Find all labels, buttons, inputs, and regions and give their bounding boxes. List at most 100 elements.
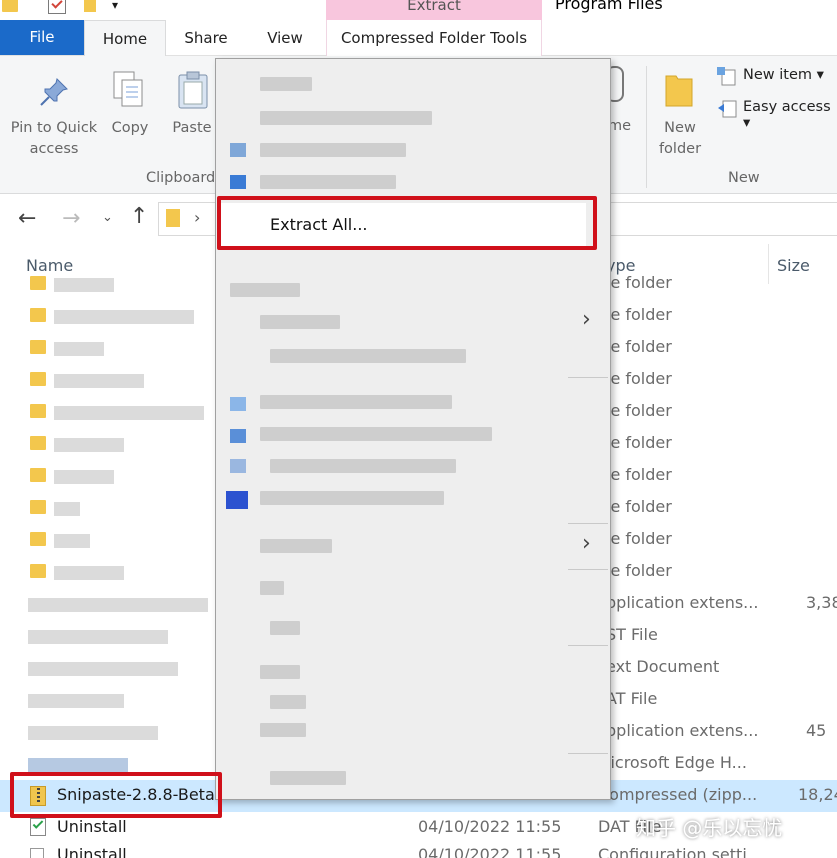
- blurred-name: [28, 662, 178, 676]
- menu-item-icon: [230, 429, 246, 443]
- context-menu-item-blurred[interactable]: [260, 723, 306, 737]
- menu-separator: [568, 753, 608, 754]
- blurred-name: [54, 342, 104, 356]
- context-menu-item-blurred[interactable]: [260, 539, 332, 553]
- forward-arrow-icon[interactable]: →: [62, 206, 80, 231]
- submenu-chevron-icon: ›: [582, 531, 591, 556]
- blurred-name: [28, 758, 128, 772]
- menu-separator: [568, 377, 608, 378]
- folder-icon: [30, 308, 46, 322]
- context-menu-item-blurred[interactable]: [260, 581, 284, 595]
- row-type: Configuration setti: [598, 845, 747, 858]
- properties-check-icon[interactable]: [48, 0, 66, 14]
- blurred-name: [28, 726, 158, 740]
- row-type: ST File: [606, 625, 658, 644]
- folder-icon: [30, 532, 46, 546]
- blurred-name: [28, 630, 168, 644]
- context-menu-item-blurred[interactable]: [270, 459, 456, 473]
- up-arrow-icon[interactable]: ↑: [130, 204, 148, 229]
- copy-button[interactable]: Copy: [108, 118, 152, 139]
- blurred-name: [54, 470, 114, 484]
- new-folder-quick-icon[interactable]: [84, 0, 96, 12]
- folder-icon[interactable]: [2, 0, 18, 12]
- easy-access-icon[interactable]: [716, 98, 738, 118]
- blurred-name: [54, 502, 80, 516]
- blurred-name: [54, 374, 144, 388]
- pin-to-quick-access-button[interactable]: Pin to Quick access: [6, 118, 102, 160]
- folder-icon: [30, 372, 46, 386]
- paste-button[interactable]: Paste: [170, 118, 214, 139]
- back-arrow-icon[interactable]: ←: [18, 206, 36, 231]
- context-menu-item-blurred[interactable]: [270, 771, 346, 785]
- context-menu-item-blurred[interactable]: [260, 143, 406, 157]
- snipaste-file-highlight: [10, 772, 222, 818]
- watermark: 知乎 @乐以忘忧: [636, 816, 783, 840]
- pin-label-line1: Pin to Quick: [10, 120, 98, 136]
- tab-home[interactable]: Home: [84, 20, 166, 57]
- tab-view[interactable]: View: [256, 20, 314, 56]
- new-folder-label-line2: folder: [658, 141, 702, 157]
- address-folder-icon: [166, 209, 180, 227]
- rename-button-label[interactable]: me: [608, 118, 631, 134]
- context-menu-item-blurred[interactable]: [260, 111, 432, 125]
- breadcrumb-chevron-icon[interactable]: ›: [194, 208, 200, 227]
- tab-share[interactable]: Share: [174, 20, 238, 56]
- context-menu-item-blurred[interactable]: [260, 665, 300, 679]
- config-file-icon: [30, 848, 44, 858]
- table-row[interactable]: Uninstall 04/10/2022 11:55 Configuration…: [0, 840, 837, 858]
- pin-icon[interactable]: [38, 76, 70, 108]
- blurred-name: [54, 534, 90, 548]
- paste-icon[interactable]: [176, 70, 210, 110]
- row-size: 18,24: [798, 785, 837, 804]
- context-menu-item-blurred[interactable]: [270, 695, 306, 709]
- row-type: le folder: [606, 465, 672, 484]
- new-folder-icon[interactable]: [664, 70, 694, 110]
- menu-item-icon: [226, 491, 248, 509]
- row-date: 04/10/2022 11:55: [418, 845, 562, 858]
- row-name: Uninstall: [57, 845, 127, 858]
- row-size: 45: [806, 721, 827, 740]
- tab-file[interactable]: File: [0, 20, 84, 55]
- context-menu-item-blurred[interactable]: [260, 77, 312, 91]
- folder-icon: [30, 404, 46, 418]
- copy-icon[interactable]: [112, 70, 146, 110]
- context-menu-item-blurred[interactable]: [230, 283, 300, 297]
- context-menu-item-blurred[interactable]: [260, 427, 492, 441]
- folder-icon: [30, 564, 46, 578]
- context-menu-item-blurred[interactable]: [260, 315, 340, 329]
- blurred-name: [28, 694, 124, 708]
- new-folder-label-line1: New: [664, 120, 696, 136]
- new-folder-button[interactable]: New folder: [650, 118, 710, 160]
- customize-quick-access-chevron-icon[interactable]: ▾: [112, 0, 118, 12]
- folder-icon: [30, 340, 46, 354]
- blurred-name: [54, 278, 114, 292]
- context-menu-item-blurred[interactable]: [270, 621, 300, 635]
- easy-access-dropdown[interactable]: Easy access ▾: [743, 99, 837, 131]
- folder-icon: [30, 468, 46, 482]
- recent-locations-chevron-icon[interactable]: ⌄: [102, 210, 113, 225]
- row-type: pplication extens...: [606, 593, 759, 612]
- folder-icon: [30, 276, 46, 290]
- blurred-name: [54, 438, 124, 452]
- submenu-chevron-icon: ›: [582, 307, 591, 332]
- new-item-icon[interactable]: [716, 66, 738, 86]
- row-type: le folder: [606, 273, 672, 292]
- row-type: le folder: [606, 497, 672, 516]
- menu-item-icon: [230, 143, 246, 157]
- tab-compressed-folder-tools[interactable]: Compressed Folder Tools: [326, 20, 542, 56]
- context-menu-item-blurred[interactable]: [260, 395, 452, 409]
- row-type: le folder: [606, 433, 672, 452]
- window-title: Program Files: [555, 0, 663, 13]
- menu-separator: [568, 569, 608, 570]
- context-menu: Extract All... › ›: [215, 58, 611, 800]
- context-menu-item-blurred[interactable]: [270, 349, 466, 363]
- blurred-name: [54, 406, 204, 420]
- context-menu-item-blurred[interactable]: [260, 491, 444, 505]
- row-type: ext Document: [606, 657, 720, 676]
- row-type: le folder: [606, 369, 672, 388]
- context-menu-item-blurred[interactable]: [260, 175, 396, 189]
- blurred-name: [54, 566, 124, 580]
- new-item-dropdown[interactable]: New item ▾: [743, 67, 824, 83]
- pin-label-line2: access: [29, 141, 79, 157]
- row-size: 3,38: [806, 593, 837, 612]
